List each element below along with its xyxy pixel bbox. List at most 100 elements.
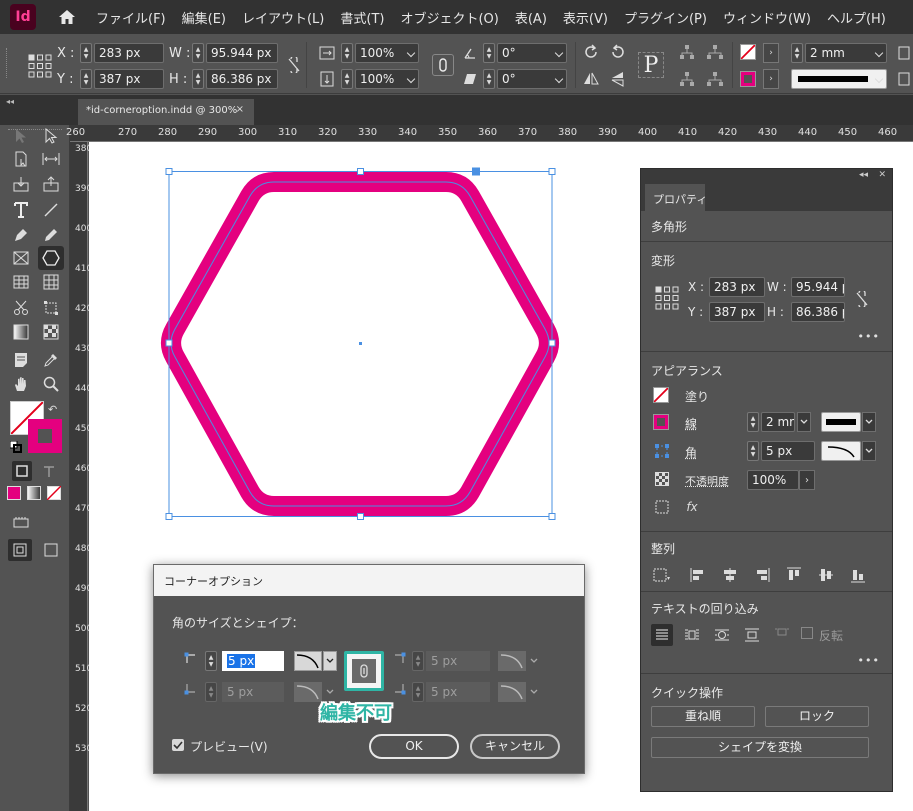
eyedropper-tool-icon[interactable] [40, 349, 62, 371]
y-field[interactable]: 387 px [709, 302, 765, 322]
corner-top-right-stepper[interactable]: ▲ ▼ [412, 651, 424, 671]
page-tool-icon[interactable] [10, 148, 32, 170]
align-right-icon[interactable] [753, 566, 771, 584]
y-field[interactable]: 387 px [94, 69, 164, 89]
tab-properties[interactable]: プロパティ [645, 184, 707, 211]
formatting-affects-container-icon[interactable] [12, 461, 32, 481]
x-field[interactable]: 283 px [709, 277, 765, 297]
selection-tool-icon[interactable] [10, 125, 32, 147]
corner-top-left-stepper[interactable]: ▲ ▼ [205, 651, 217, 671]
table-tool-icon[interactable] [10, 271, 32, 293]
content-collector-icon[interactable] [10, 173, 32, 195]
link-corner-settings-button[interactable] [344, 651, 384, 691]
stroke-type-select[interactable] [791, 69, 887, 89]
stroke-type-dropdown[interactable] [862, 412, 876, 432]
w-field[interactable]: 95.944 p [791, 277, 845, 297]
close-icon[interactable]: × [236, 104, 244, 115]
corner-shape-dropdown[interactable] [862, 441, 876, 461]
panel-grip[interactable] [6, 48, 10, 78]
stroke-weight-stepper[interactable]: ▲ ▼ [747, 412, 759, 432]
corner-top-right-shape-dropdown[interactable] [527, 651, 541, 671]
transform-more-icon[interactable]: ••• [858, 330, 880, 343]
stroke-weight-field[interactable]: 2 mr [761, 412, 795, 432]
corner-top-left-shape-dropdown[interactable] [323, 651, 337, 671]
rotate-field[interactable]: 0° [497, 43, 567, 63]
stroke-weight-stepper[interactable]: ▲ ▼ [791, 43, 803, 63]
free-transform-tool-icon[interactable] [40, 297, 62, 319]
corner-bottom-right-shape[interactable] [498, 682, 526, 702]
corner-shape-select[interactable] [821, 441, 861, 461]
opacity-label[interactable]: 不透明度 [685, 473, 729, 489]
menu-window[interactable]: ウィンドウ(W) [715, 8, 819, 27]
lock-button[interactable]: ロック [765, 706, 869, 727]
flip-vertical-icon[interactable] [609, 70, 627, 88]
ok-button[interactable]: OK [369, 734, 459, 759]
align-left-icon[interactable] [689, 566, 707, 584]
scale-x-field[interactable]: 100% [355, 43, 419, 63]
scale-x-stepper[interactable]: ▲ ▼ [341, 43, 353, 63]
stroke-type-select[interactable] [821, 412, 861, 432]
wrap-bounding-box-icon[interactable] [683, 626, 701, 644]
scale-y-field[interactable]: 100% [355, 69, 419, 89]
scissors-tool-icon[interactable] [10, 297, 32, 319]
x-stepper[interactable]: ▲ ▼ [80, 43, 92, 63]
default-fill-stroke-icon[interactable] [9, 440, 22, 453]
screen-mode-icon[interactable] [10, 511, 32, 533]
constrain-proportions-icon[interactable] [853, 290, 871, 308]
fill-none-swatch[interactable] [653, 387, 669, 403]
menu-layout[interactable]: レイアウト(L) [234, 8, 332, 27]
corner-top-left-size-input[interactable]: 5 px [222, 651, 284, 671]
corner-top-right-shape[interactable] [498, 651, 526, 671]
note-tool-icon[interactable] [10, 349, 32, 371]
menu-file[interactable]: ファイル(F) [88, 8, 174, 27]
wrap-object-shape-icon[interactable] [713, 626, 731, 644]
menu-type[interactable]: 書式(T) [332, 8, 392, 27]
pencil-tool-icon[interactable] [40, 224, 62, 246]
preview-mode-icon[interactable] [40, 539, 62, 561]
polygon-tool-icon[interactable] [38, 246, 64, 270]
more-options-icon[interactable] [895, 44, 913, 62]
link-scale-icon[interactable] [432, 54, 454, 76]
home-icon[interactable] [56, 6, 78, 28]
corner-top-left-shape[interactable] [294, 651, 322, 671]
collapse-panels-icon[interactable]: ◂◂ [6, 97, 14, 106]
constrain-proportions-icon[interactable] [285, 56, 303, 74]
menu-object[interactable]: オブジェクト(O) [392, 8, 506, 27]
opacity-slider-button[interactable]: › [799, 470, 815, 490]
formatting-affects-text-icon[interactable] [38, 461, 60, 483]
select-previous-icon[interactable] [678, 70, 696, 88]
wrap-none-icon[interactable] [651, 624, 673, 646]
collapse-panel-icon[interactable]: ◂◂ [859, 170, 868, 180]
menu-view[interactable]: 表示(V) [555, 8, 616, 27]
flip-horizontal-icon[interactable] [582, 70, 600, 88]
corner-size-field[interactable]: 5 px [761, 441, 815, 461]
reference-point-icon[interactable] [28, 54, 52, 78]
apply-none-icon[interactable] [46, 485, 62, 501]
arrange-button[interactable]: 重ね順 [651, 706, 755, 727]
text-frame-options-icon[interactable] [653, 498, 671, 516]
close-panel-icon[interactable]: ✕ [878, 170, 886, 180]
w-stepper[interactable]: ▲ ▼ [192, 43, 204, 63]
rectangle-frame-tool-icon[interactable] [10, 247, 32, 269]
document-tab[interactable]: *id-corneroption.indd @ 300% × [78, 99, 254, 125]
grid-tool-icon[interactable] [40, 271, 62, 293]
preview-label[interactable]: プレビュー(V) [190, 738, 268, 755]
stroke-dropdown[interactable]: › [763, 69, 779, 89]
corner-label[interactable]: 角 [685, 444, 697, 461]
direct-selection-tool-icon[interactable] [40, 125, 62, 147]
scale-y-stepper[interactable]: ▲ ▼ [341, 69, 353, 89]
apply-gradient-icon[interactable] [26, 485, 42, 501]
gap-tool-icon[interactable] [40, 148, 62, 170]
cancel-button[interactable]: キャンセル [470, 734, 560, 759]
corner-bottom-right-size-input[interactable]: 5 px [426, 682, 490, 702]
h-stepper[interactable]: ▲ ▼ [192, 69, 204, 89]
stroke-weight-field[interactable]: 2 mm [805, 43, 887, 63]
select-next-icon[interactable] [706, 70, 724, 88]
h-field[interactable]: 86.386 px [206, 69, 278, 89]
corner-top-right-size-input[interactable]: 5 px [426, 651, 490, 671]
reference-point-icon[interactable] [655, 286, 679, 310]
effects-icon[interactable] [895, 70, 913, 88]
shear-stepper[interactable]: ▲ ▼ [483, 69, 495, 89]
align-vertical-center-icon[interactable] [817, 566, 835, 584]
align-bottom-icon[interactable] [849, 566, 867, 584]
